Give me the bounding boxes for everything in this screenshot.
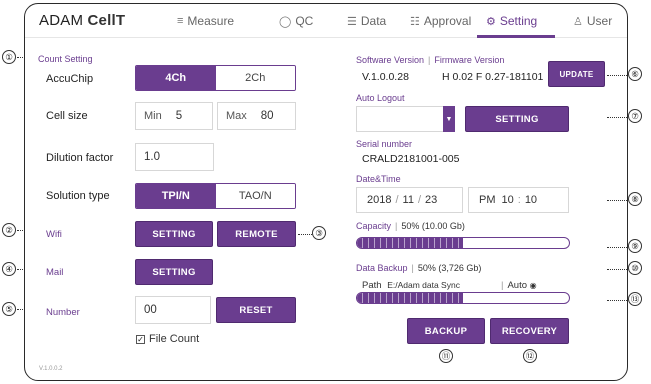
callout-3: ③ [312,226,326,240]
max-value: 80 [260,110,274,122]
callout-line [298,234,312,235]
mail-setting-button[interactable]: SETTING [135,259,213,285]
wifi-setting-button[interactable]: SETTING [135,221,213,247]
nav-data[interactable]: ☰ Data [347,14,386,28]
callout-7: ⑦ [628,109,642,123]
number-label: Number [46,307,80,318]
wifi-remote-button[interactable]: REMOTE [217,221,296,247]
cell-size-max-field[interactable]: Max 80 [217,102,296,130]
list-icon: ☰ [347,15,357,28]
callout-line [607,75,627,76]
nav-measure[interactable]: ≡ Measure [177,14,234,28]
serial-number-label: Serial number [356,139,413,149]
file-count-checkbox[interactable]: ✓ File Count [136,333,199,345]
brand-logo: ADAM CellT [39,12,126,29]
accuchip-label: AccuChip [46,73,94,85]
chevron-down-icon[interactable]: ▼ [443,106,455,132]
min-value: 5 [175,110,183,122]
list-icon: ≡ [177,15,184,27]
date-field[interactable]: 2018/ 11/ 23 [356,187,463,213]
callout-8: ⑧ [628,192,642,206]
auto-logout-label: Auto Logout [356,93,405,103]
callout-line [607,269,627,270]
callout-line [607,247,627,248]
backup-path: Path E:/Adam data Sync [362,280,460,291]
update-button[interactable]: UPDATE [548,61,605,87]
min-label: Min [144,110,162,122]
backup-progress-bar [356,292,570,304]
nav-setting[interactable]: ⚙ Setting [486,14,537,28]
solution-taon-option[interactable]: TAO/N [215,184,295,208]
capacity-progress-fill [357,238,463,248]
cell-size-min-field[interactable]: Min 5 [135,102,213,130]
recovery-button[interactable]: RECOVERY [490,318,569,344]
nav-user[interactable]: ♙ User [573,14,612,28]
solution-type-toggle[interactable]: TPI/N TAO/N [135,183,296,209]
callout-4: ④ [2,262,16,276]
solution-type-label: Solution type [46,190,110,202]
mail-label: Mail [46,267,64,278]
datetime-label: Date&Time [356,174,401,184]
top-bar: ADAM CellT ≡ Measure ◯ QC ☰ Data ☷ Appro… [25,4,627,38]
app-version-footer: V.1.0.0.2 [39,366,63,372]
dilution-label: Dilution factor [46,152,114,164]
number-reset-button[interactable]: RESET [216,297,296,323]
data-backup-label: Data Backup | 50% (3,726 Gb) [356,263,482,273]
capacity-label: Capacity | 50% (10.00 Gb) [356,221,465,231]
auto-backup-toggle[interactable]: | Auto ◉ [501,280,537,291]
gear-icon: ⚙ [486,15,496,28]
auto-logout-select[interactable] [356,106,455,132]
wifi-label: Wifi [46,229,62,240]
auto-logout-setting-button[interactable]: SETTING [465,106,569,132]
accuchip-toggle[interactable]: 4Ch 2Ch [135,65,296,91]
callout-line [607,200,627,201]
backup-button[interactable]: BACKUP [407,318,485,344]
radio-selected-icon: ◉ [529,281,537,290]
user-icon: ♙ [573,15,583,28]
callout-6: ⑥ [628,67,642,81]
software-version-value: V.1.0.0.28 [362,71,409,83]
backup-progress-fill [357,293,463,303]
nav-qc[interactable]: ◯ QC [279,14,313,28]
nav-approval[interactable]: ☷ Approval [410,14,471,28]
callout-5: ⑤ [2,302,16,316]
cell-size-label: Cell size [46,110,88,122]
serial-number-value: CRALD2181001-005 [362,153,460,165]
capacity-progress-bar [356,237,570,249]
count-setting-title: Count Setting [38,54,93,64]
app-window: ADAM CellT ≡ Measure ◯ QC ☰ Data ☷ Appro… [24,3,628,381]
callout-1: ① [2,50,16,64]
callout-9: ⑨ [628,239,642,253]
accuchip-4ch-option[interactable]: 4Ch [136,66,216,90]
active-tab-indicator [477,35,555,38]
callout-12: ⑫ [523,349,537,363]
callout-11: ⑪ [439,349,453,363]
max-label: Max [226,110,247,122]
dilution-field[interactable]: 1.0 [135,143,214,171]
firmware-version-value: H 0.02 F 0.27-181101 [442,71,544,83]
solution-tpin-option[interactable]: TPI/N [136,184,216,208]
shield-icon: ◯ [279,15,292,28]
software-version-label: Software Version | Firmware Version [356,55,505,65]
callout-2: ② [2,223,16,237]
file-count-label: File Count [149,333,200,345]
callout-13: ⑬ [628,292,642,306]
callout-10: ⑩ [628,261,642,275]
number-field[interactable]: 00 [135,296,211,324]
callout-line [607,117,627,118]
accuchip-2ch-option[interactable]: 2Ch [215,66,295,90]
time-field[interactable]: PM 10: 10 [468,187,569,213]
checkbox-checked-icon: ✓ [136,334,145,344]
approval-icon: ☷ [410,15,420,28]
callout-line [607,300,627,301]
